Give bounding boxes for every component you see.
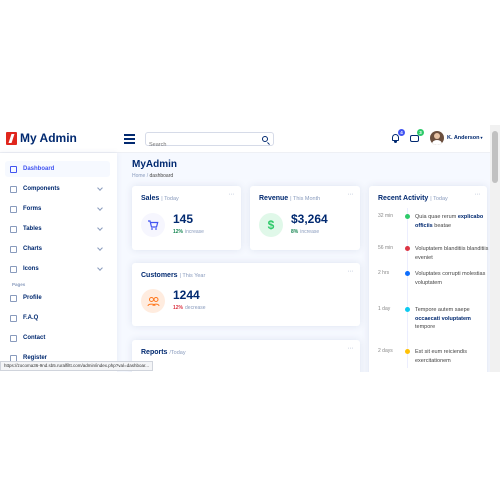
sidebar-item-dashboard[interactable]: Dashboard bbox=[5, 161, 110, 177]
question-icon bbox=[10, 314, 17, 322]
card-title: Reports /Today bbox=[141, 349, 186, 356]
activity-text: Voluptates corrupti molestias voluptatem bbox=[415, 271, 486, 286]
sidebar-item-tables[interactable]: Tables bbox=[5, 221, 110, 237]
envelope-icon bbox=[10, 334, 17, 342]
grid-icon bbox=[10, 165, 17, 173]
card-title: Customers | This Year bbox=[141, 272, 206, 279]
more-options-icon[interactable]: ··· bbox=[348, 345, 354, 352]
status-dot-icon bbox=[405, 349, 410, 354]
sidebar-item-label: Contact bbox=[23, 335, 46, 341]
customers-change: 12% decrease bbox=[173, 305, 206, 311]
cart-icon bbox=[141, 213, 165, 237]
sidebar-item-label: Components bbox=[23, 186, 60, 192]
menu-icon bbox=[10, 185, 17, 193]
top-header: My Admin 4 3 K. Anderson▾ bbox=[0, 125, 490, 153]
status-dot-icon bbox=[405, 214, 410, 219]
journal-icon bbox=[10, 205, 17, 213]
sidebar-item-icons[interactable]: Icons bbox=[5, 261, 110, 277]
search-bar bbox=[145, 132, 274, 151]
sidebar-item-label: Tables bbox=[23, 226, 42, 232]
nav-heading-pages: Pages bbox=[12, 282, 26, 287]
bell-icon[interactable]: 4 bbox=[391, 129, 405, 144]
breadcrumb: Home / dashboard bbox=[132, 173, 173, 179]
status-dot-icon bbox=[405, 271, 410, 276]
hamburger-menu-icon[interactable] bbox=[124, 134, 135, 144]
more-options-icon[interactable]: ··· bbox=[229, 191, 235, 198]
chevron-down-icon bbox=[97, 225, 103, 231]
activity-text: Est sit eum reiciendis exercitationem bbox=[415, 349, 467, 364]
search-icon[interactable] bbox=[262, 136, 268, 142]
activity-time: 2 days bbox=[378, 348, 393, 354]
page-title: MyAdmin bbox=[132, 159, 177, 170]
logo-icon[interactable] bbox=[6, 132, 17, 145]
avatar[interactable] bbox=[430, 131, 444, 145]
user-menu-toggle[interactable]: K. Anderson▾ bbox=[447, 135, 483, 141]
scrollbar-thumb[interactable] bbox=[492, 131, 498, 183]
revenue-change: 8% increase bbox=[291, 229, 320, 235]
revenue-value: $3,264 bbox=[291, 212, 328, 226]
browser-viewport: My Admin 4 3 K. Anderson▾ Dashboard Comp… bbox=[0, 125, 500, 372]
more-options-icon[interactable]: ··· bbox=[348, 191, 354, 198]
breadcrumb-home[interactable]: Home bbox=[132, 173, 145, 179]
people-icon bbox=[141, 289, 165, 313]
user-name: K. Anderson bbox=[447, 135, 480, 141]
sidebar: Dashboard Components Forms Tables Charts… bbox=[0, 153, 117, 372]
sidebar-item-label: Icons bbox=[23, 266, 39, 272]
person-icon bbox=[10, 294, 17, 302]
chevron-down-icon bbox=[97, 265, 103, 271]
status-bar-url: https://zocoma36-9nd.sb5.ruralfiltt.com/… bbox=[0, 361, 153, 371]
sales-value: 145 bbox=[173, 212, 194, 226]
card-title: Revenue | This Month bbox=[259, 195, 321, 202]
caret-down-icon: ▾ bbox=[480, 135, 483, 140]
reports-card: Reports /Today ··· bbox=[132, 340, 360, 372]
layout-icon bbox=[10, 225, 17, 233]
activity-text: Quia quae rerum explicabo officiis beata… bbox=[415, 214, 484, 229]
sidebar-item-label: Charts bbox=[23, 246, 43, 252]
card-title: Sales | Today bbox=[141, 195, 179, 202]
customers-card: Customers | This Year ··· 1244 12% decrea… bbox=[132, 263, 360, 326]
notifications-badge: 4 bbox=[398, 129, 405, 136]
sidebar-item-components[interactable]: Components bbox=[5, 181, 110, 197]
card-title: Recent Activity | Today bbox=[378, 195, 448, 202]
activity-time: 2 hrs bbox=[378, 270, 390, 276]
chevron-down-icon bbox=[97, 185, 103, 191]
revenue-card: Revenue | This Month ··· $ $3,264 8% incr… bbox=[250, 186, 360, 250]
activity-time: 32 min bbox=[378, 213, 394, 219]
more-options-icon[interactable]: ··· bbox=[348, 268, 354, 275]
customers-value: 1244 bbox=[173, 288, 200, 302]
logo-text[interactable]: My Admin bbox=[20, 131, 77, 145]
timeline-line bbox=[407, 208, 408, 368]
sidebar-item-charts[interactable]: Charts bbox=[5, 241, 110, 257]
activity-time: 1 day bbox=[378, 306, 391, 312]
activity-text: Voluptatem blanditiis blanditiis eveniet bbox=[415, 246, 489, 261]
sidebar-item-forms[interactable]: Forms bbox=[5, 201, 110, 217]
chat-icon[interactable]: 3 bbox=[410, 129, 424, 144]
page-scrollbar[interactable] bbox=[490, 125, 500, 372]
messages-badge: 3 bbox=[417, 129, 424, 136]
activity-time: 56 min bbox=[378, 245, 394, 251]
sidebar-item-label: Dashboard bbox=[23, 166, 55, 172]
more-options-icon[interactable]: ··· bbox=[475, 191, 481, 198]
sidebar-item-contact[interactable]: Contact bbox=[5, 330, 110, 346]
sidebar-item-label: Forms bbox=[23, 206, 42, 212]
recent-activity-card: Recent Activity | Today ··· 32 min Quia … bbox=[369, 186, 489, 372]
status-dot-icon bbox=[405, 246, 410, 251]
sidebar-item-profile[interactable]: Profile bbox=[5, 290, 110, 306]
bar-chart-icon bbox=[10, 245, 17, 253]
sidebar-item-label: F.A.Q bbox=[23, 315, 39, 321]
sales-change: 12% increase bbox=[173, 229, 204, 235]
chevron-down-icon bbox=[97, 205, 103, 211]
breadcrumb-current: dashboard bbox=[149, 173, 174, 179]
search-input[interactable] bbox=[146, 139, 256, 151]
sidebar-item-label: Profile bbox=[23, 295, 42, 301]
sidebar-item-faq[interactable]: F.A.Q bbox=[5, 310, 110, 326]
sales-card: Sales | Today ··· 145 12% increase bbox=[132, 186, 241, 250]
dollar-icon: $ bbox=[259, 213, 283, 237]
status-dot-icon bbox=[405, 307, 410, 312]
gem-icon bbox=[10, 265, 17, 273]
chevron-down-icon bbox=[97, 245, 103, 251]
activity-text: Tempore autem saepe occaecati voluptatem… bbox=[415, 307, 471, 330]
